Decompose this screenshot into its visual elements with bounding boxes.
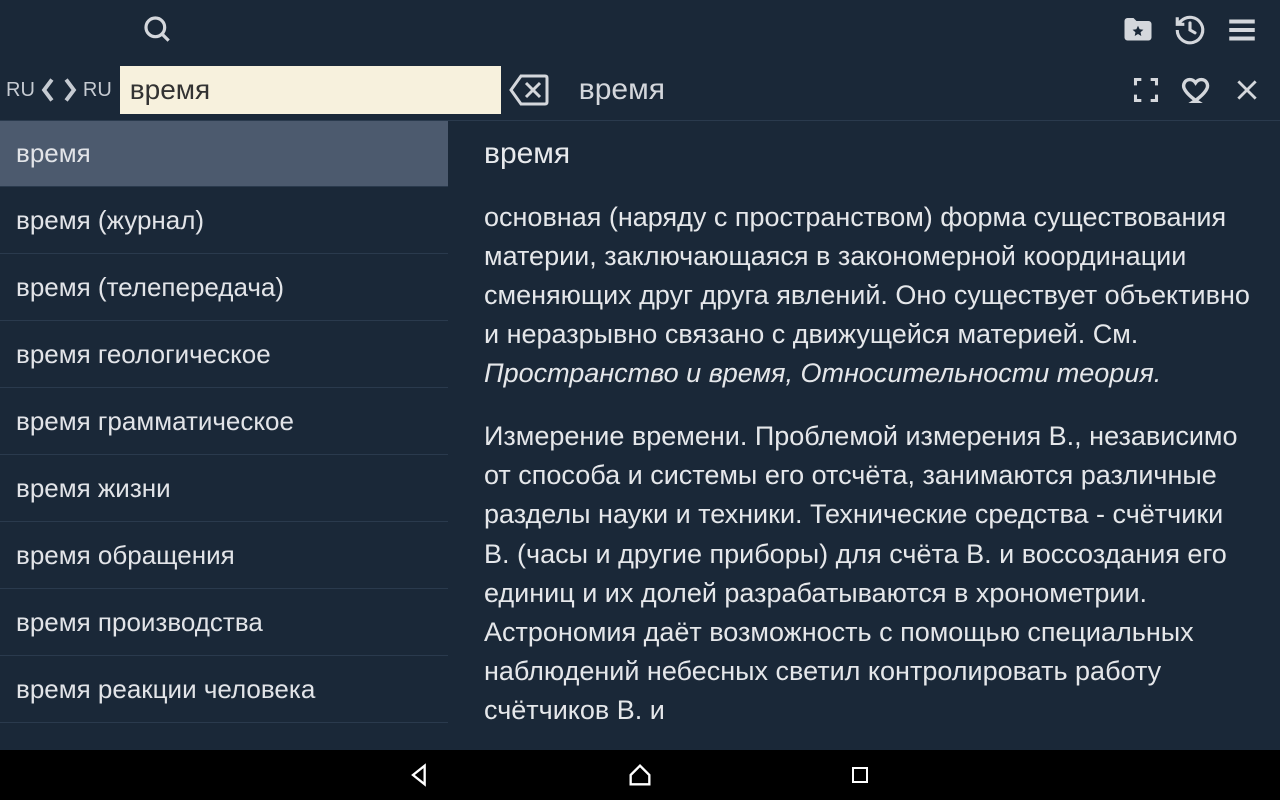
article-paragraph: основная (наряду с пространством) форма … <box>484 198 1252 394</box>
list-item-label: время обращения <box>16 540 235 571</box>
list-item-label: время (телепередача) <box>16 272 284 303</box>
chevron-right-icon[interactable] <box>59 75 81 105</box>
list-item[interactable]: время (журнал) <box>0 187 448 254</box>
history-icon[interactable] <box>1172 12 1208 48</box>
list-item-label: время (журнал) <box>16 205 204 236</box>
article-paragraph: Измерение времени. Проблемой измерения В… <box>484 417 1252 730</box>
target-lang[interactable]: RU <box>81 79 114 102</box>
list-item[interactable]: время грамматическое <box>0 388 448 455</box>
list-item-label: время реакции человека <box>16 674 315 705</box>
list-item[interactable]: время реакции человека <box>0 656 448 723</box>
list-item-label: время грамматическое <box>16 406 294 437</box>
list-item-label: время производства <box>16 607 263 638</box>
top-toolbar <box>0 0 1280 60</box>
results-sidebar: время время (журнал) время (телепередача… <box>0 120 448 750</box>
android-navbar <box>0 750 1280 800</box>
chevron-left-icon[interactable] <box>37 75 59 105</box>
search-input[interactable] <box>130 74 491 106</box>
menu-icon[interactable] <box>1224 12 1260 48</box>
fullscreen-icon[interactable] <box>1132 76 1160 104</box>
list-item-label: время жизни <box>16 473 171 504</box>
back-button[interactable] <box>400 755 440 795</box>
close-icon[interactable] <box>1234 77 1260 103</box>
headword-title: время <box>579 73 1132 107</box>
list-item-label: время геологическое <box>16 339 271 370</box>
search-bar: RU RU время <box>0 60 1280 120</box>
article-panel: время основная (наряду с пространством) … <box>448 120 1280 750</box>
divider <box>0 120 1280 121</box>
recent-apps-button[interactable] <box>840 755 880 795</box>
list-item-label: время <box>16 138 91 169</box>
favorites-folder-icon[interactable] <box>1120 12 1156 48</box>
list-item[interactable]: время производства <box>0 589 448 656</box>
list-item[interactable]: время обращения <box>0 522 448 589</box>
list-item[interactable]: время <box>0 120 448 187</box>
list-item[interactable]: время жизни <box>0 455 448 522</box>
source-lang[interactable]: RU <box>4 79 37 102</box>
favorite-heart-icon[interactable] <box>1180 73 1214 107</box>
clear-search-button[interactable] <box>507 68 551 112</box>
home-button[interactable] <box>620 755 660 795</box>
list-item[interactable]: время (телепередача) <box>0 254 448 321</box>
search-icon[interactable] <box>140 12 176 48</box>
list-item[interactable]: время геологическое <box>0 321 448 388</box>
article-title: время <box>484 132 1252 176</box>
search-box <box>120 66 501 114</box>
